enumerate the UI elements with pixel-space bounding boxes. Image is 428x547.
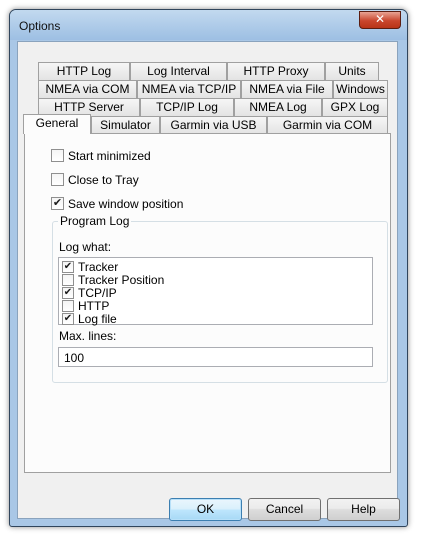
tracker-box[interactable]: ✔ xyxy=(62,261,74,273)
tcpip-box[interactable]: ✔ xyxy=(62,287,74,299)
program-log-title: Program Log xyxy=(58,214,132,228)
tab-simulator[interactable]: Simulator xyxy=(91,116,160,134)
close-button[interactable]: ✕ xyxy=(359,11,401,29)
tab-general[interactable]: General xyxy=(23,114,91,134)
tab-http-proxy[interactable]: HTTP Proxy xyxy=(227,62,325,80)
checkmark-icon: ✔ xyxy=(63,313,73,324)
save-window-position-label: Save window position xyxy=(68,197,184,211)
start-minimized-label: Start minimized xyxy=(68,149,151,163)
tab-nmea-via-tcpip[interactable]: NMEA via TCP/IP xyxy=(137,80,241,98)
tab-units[interactable]: Units xyxy=(325,62,379,80)
cancel-button[interactable]: Cancel xyxy=(248,498,321,521)
max-lines-input[interactable]: 100 xyxy=(58,347,373,367)
ok-button[interactable]: OK xyxy=(169,498,242,521)
checkmark-icon: ✔ xyxy=(52,197,63,209)
log-what-listbox[interactable]: ✔ Tracker Tracker Position ✔ TCP/IP HTTP xyxy=(58,257,373,326)
start-minimized-box[interactable] xyxy=(51,149,64,162)
log-what-label: Log what: xyxy=(59,240,112,254)
help-button[interactable]: Help xyxy=(327,498,400,521)
tcpip-label: TCP/IP xyxy=(78,286,117,300)
tracker-position-box[interactable] xyxy=(62,274,74,286)
tracker-label: Tracker xyxy=(78,260,119,274)
log-file-box[interactable]: ✔ xyxy=(62,313,74,325)
tab-nmea-via-com[interactable]: NMEA via COM xyxy=(38,80,137,98)
checkmark-icon: ✔ xyxy=(63,261,73,272)
tab-tcpip-log[interactable]: TCP/IP Log xyxy=(140,98,234,116)
http-label: HTTP xyxy=(78,299,110,313)
log-file-label: Log file xyxy=(78,312,117,326)
close-to-tray-label: Close to Tray xyxy=(68,173,139,187)
window-title: Options xyxy=(19,19,61,33)
close-icon: ✕ xyxy=(374,12,386,26)
program-log-group: Program Log Log what: ✔ Tracker Tracker … xyxy=(52,214,388,383)
max-lines-label: Max. lines: xyxy=(59,329,117,343)
checkmark-icon: ✔ xyxy=(63,287,73,298)
tab-http-log[interactable]: HTTP Log xyxy=(38,62,130,80)
general-tab-panel: Start minimized Close to Tray ✔ Save win… xyxy=(24,133,391,473)
tab-nmea-via-file[interactable]: NMEA via File xyxy=(241,80,333,98)
dialog-client-area: HTTP Log Log Interval HTTP Proxy Units N… xyxy=(17,41,400,521)
options-dialog: Options ✕ HTTP Log Log Interval HTTP Pro… xyxy=(9,9,408,527)
tracker-position-label: Tracker Position xyxy=(78,273,165,287)
title-bar[interactable]: Options ✕ xyxy=(10,10,407,40)
tab-garmin-via-usb[interactable]: Garmin via USB xyxy=(160,116,267,134)
tab-nmea-log[interactable]: NMEA Log xyxy=(234,98,322,116)
tab-gpx-log[interactable]: GPX Log xyxy=(322,98,388,116)
tab-garmin-via-com[interactable]: Garmin via COM xyxy=(267,116,388,134)
http-box[interactable] xyxy=(62,300,74,312)
close-to-tray-box[interactable] xyxy=(51,173,64,186)
tab-windows[interactable]: Windows xyxy=(333,80,388,98)
save-window-position-box[interactable]: ✔ xyxy=(51,197,64,210)
tab-log-interval[interactable]: Log Interval xyxy=(130,62,227,80)
